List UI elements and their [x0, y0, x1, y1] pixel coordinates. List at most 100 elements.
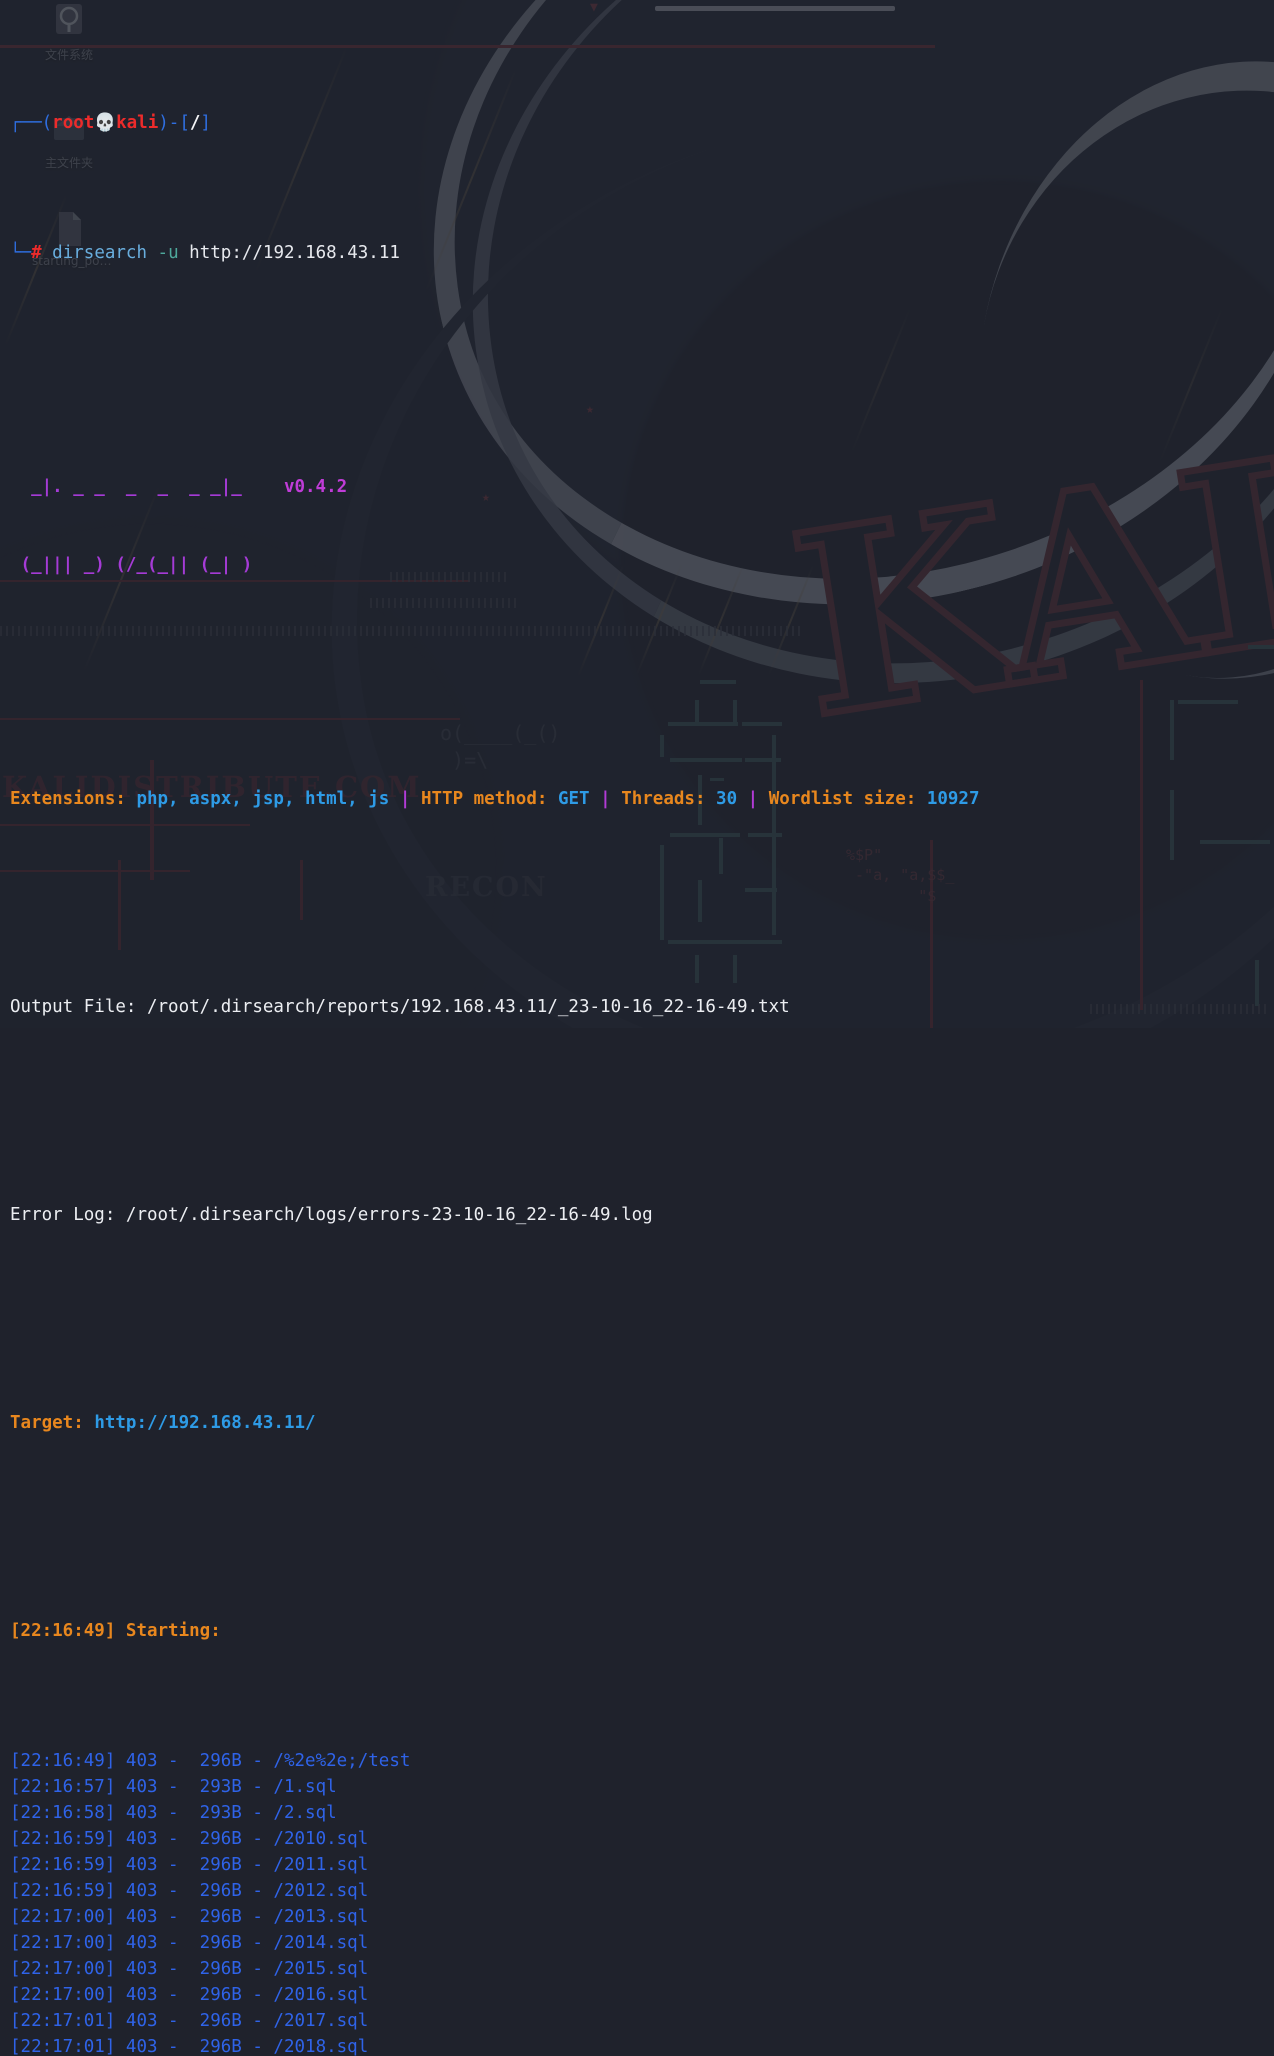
prompt-host: kali [116, 113, 158, 133]
result-path: /2014.sql [273, 1933, 368, 1953]
result-path: /2.sql [273, 1803, 336, 1823]
http-method-label: HTTP method: [421, 789, 547, 809]
threads-label: Threads: [621, 789, 705, 809]
banner-art-1: _|. _ _ _ _ _ _|_ [10, 477, 284, 497]
result-status-code: 403 [126, 1881, 158, 1901]
result-path: /1.sql [273, 1777, 336, 1797]
result-timestamp: [22:16:59] [10, 1855, 115, 1875]
result-timestamp: [22:17:00] [10, 1907, 115, 1927]
result-path: /2010.sql [273, 1829, 368, 1849]
scan-results-list: [22:16:49] 403 - 296B - /%2e%2e;/test[22… [10, 1748, 1274, 2056]
result-timestamp: [22:16:58] [10, 1803, 115, 1823]
result-path: /2017.sql [273, 2011, 368, 2031]
result-timestamp: [22:16:59] [10, 1829, 115, 1849]
scan-result-row: [22:17:00] 403 - 296B - /2013.sql [10, 1904, 1274, 1930]
result-timestamp: [22:16:59] [10, 1881, 115, 1901]
result-path: /2015.sql [273, 1959, 368, 1979]
scan-result-row: [22:16:57] 403 - 293B - /1.sql [10, 1774, 1274, 1800]
prompt-line: ┌──(root💀kali)-[/] [10, 110, 1274, 136]
prompt-corner-glyph: └─ [10, 243, 31, 263]
scan-result-row: [22:17:01] 403 - 296B - /2018.sql [10, 2034, 1274, 2056]
result-timestamp: [22:17:01] [10, 2037, 115, 2056]
prompt-open-paren: ( [42, 113, 53, 133]
prompt-user: root [52, 113, 94, 133]
extensions-value: php, aspx, jsp, html, js [136, 789, 389, 809]
scan-result-row: [22:16:49] 403 - 296B - /%2e%2e;/test [10, 1748, 1274, 1774]
result-status-code: 403 [126, 1933, 158, 1953]
blank-line [10, 656, 1274, 682]
result-size: 296B [189, 1751, 242, 1771]
error-log-line: Error Log: /root/.dirsearch/logs/errors-… [10, 1202, 1274, 1228]
scan-result-row: [22:16:59] 403 - 296B - /2010.sql [10, 1826, 1274, 1852]
scan-result-row: [22:16:59] 403 - 296B - /2011.sql [10, 1852, 1274, 1878]
scan-result-row: [22:17:00] 403 - 296B - /2015.sql [10, 1956, 1274, 1982]
result-timestamp: [22:17:00] [10, 1933, 115, 1953]
command-line[interactable]: └─# dirsearch -u http://192.168.43.11 [10, 240, 1274, 266]
result-timestamp: [22:17:01] [10, 2011, 115, 2031]
wordlist-label: Wordlist size: [769, 789, 917, 809]
result-status-code: 403 [126, 1803, 158, 1823]
prompt-close-paren: )-[ [158, 113, 190, 133]
scan-config-line: Extensions: php, aspx, jsp, html, js | H… [10, 786, 1274, 812]
scan-result-row: [22:17:01] 403 - 296B - /2017.sql [10, 2008, 1274, 2034]
result-status-code: 403 [126, 1777, 158, 1797]
command-argument: http://192.168.43.11 [189, 243, 400, 263]
banner-line-2: (_||| _) (/_(_|| (_| ) [10, 552, 1274, 578]
result-size: 296B [189, 1881, 242, 1901]
starting-line: [22:16:49] Starting: [10, 1618, 1274, 1644]
command-name: dirsearch [52, 243, 147, 263]
scan-result-row: [22:16:58] 403 - 293B - /2.sql [10, 1800, 1274, 1826]
output-file-label: Output File: [10, 997, 136, 1017]
result-path: /2016.sql [273, 1985, 368, 2005]
blank-line [10, 1306, 1274, 1332]
result-status-code: 403 [126, 2037, 158, 2056]
extensions-label: Extensions: [10, 789, 126, 809]
banner-line-1: _|. _ _ _ _ _ _|_ v0.4.2 [10, 474, 1274, 500]
result-timestamp: [22:16:57] [10, 1777, 115, 1797]
scan-result-row: [22:17:00] 403 - 296B - /2016.sql [10, 1982, 1274, 2008]
space [42, 243, 53, 263]
space [179, 243, 190, 263]
result-path: /%2e%2e;/test [273, 1751, 410, 1771]
skull-icon: 💀 [94, 113, 116, 133]
result-timestamp: [22:17:00] [10, 1985, 115, 2005]
target-label: Target: [10, 1413, 84, 1433]
result-timestamp: [22:16:49] [10, 1751, 115, 1771]
result-size: 296B [189, 1855, 242, 1875]
result-timestamp: [22:17:00] [10, 1959, 115, 1979]
threads-value: 30 [716, 789, 737, 809]
result-size: 293B [189, 1777, 242, 1797]
terminal-window[interactable]: ┌──(root💀kali)-[/] └─# dirsearch -u http… [0, 0, 1274, 1028]
result-path: /2013.sql [273, 1907, 368, 1927]
error-log-label: Error Log: [10, 1205, 115, 1225]
result-status-code: 403 [126, 1751, 158, 1771]
output-file-line: Output File: /root/.dirsearch/reports/19… [10, 994, 1274, 1020]
scan-result-row: [22:17:00] 403 - 296B - /2014.sql [10, 1930, 1274, 1956]
result-path: /2011.sql [273, 1855, 368, 1875]
blank-line [10, 1098, 1274, 1124]
result-status-code: 403 [126, 1959, 158, 1979]
result-size: 296B [189, 2011, 242, 2031]
result-path: /2018.sql [273, 2037, 368, 2056]
http-method-value: GET [558, 789, 590, 809]
prompt-box-glyph: ┌── [10, 113, 42, 133]
result-status-code: 403 [126, 1829, 158, 1849]
wordlist-value: 10927 [927, 789, 980, 809]
result-status-code: 403 [126, 1907, 158, 1927]
blank-line [10, 344, 1274, 370]
separator: | [400, 789, 411, 809]
version-label: v0.4.2 [284, 477, 347, 497]
banner-art-2: (_||| _) (/_(_|| (_| ) [10, 555, 284, 575]
output-file-value: /root/.dirsearch/reports/192.168.43.11/_… [147, 997, 790, 1017]
separator: | [748, 789, 759, 809]
command-flag: -u [158, 243, 179, 263]
result-size: 296B [189, 1959, 242, 1979]
target-line: Target: http://192.168.43.11/ [10, 1410, 1274, 1436]
prompt-hash: # [31, 243, 42, 263]
scan-result-row: [22:16:59] 403 - 296B - /2012.sql [10, 1878, 1274, 1904]
result-size: 293B [189, 1803, 242, 1823]
target-value: http://192.168.43.11/ [94, 1413, 315, 1433]
blank-line [10, 890, 1274, 916]
space [147, 243, 158, 263]
prompt-close-bracket: ] [200, 113, 211, 133]
